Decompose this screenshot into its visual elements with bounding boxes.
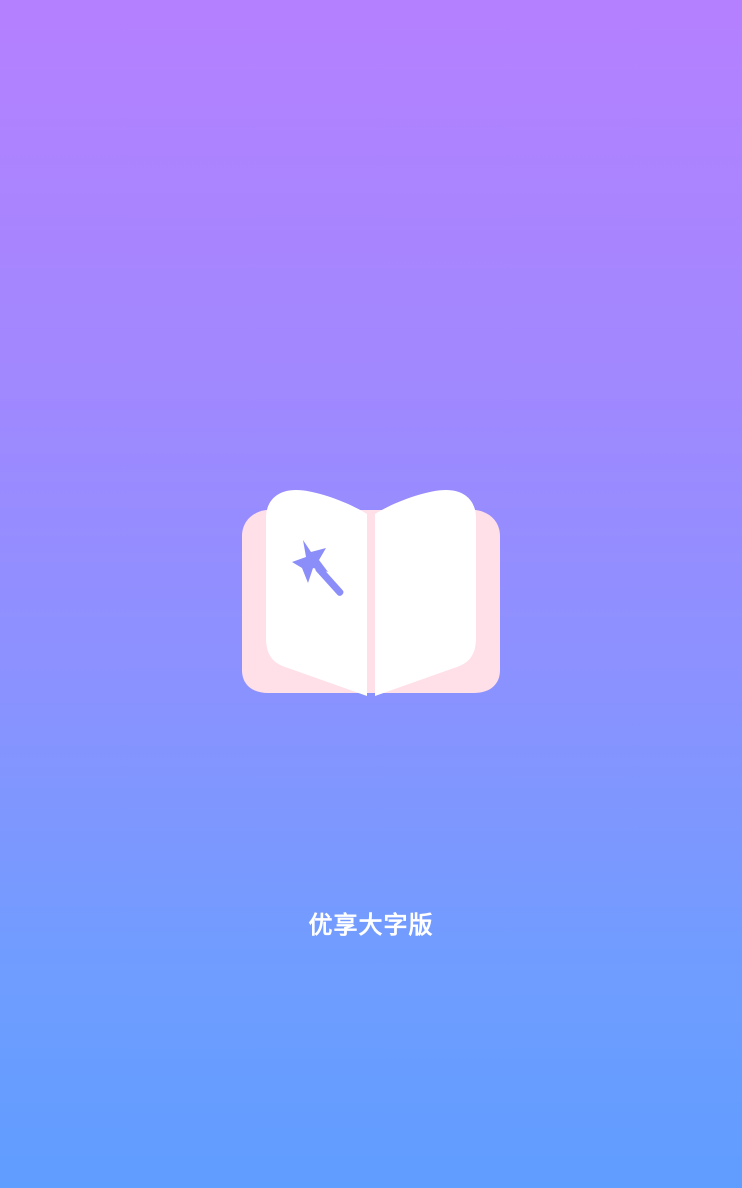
book-left-page xyxy=(266,490,367,696)
app-name-label: 优享大字版 xyxy=(308,911,434,939)
open-book-magic-wand-icon xyxy=(242,490,500,696)
splash-screen: 优享大字版 xyxy=(0,0,742,1188)
book-right-page xyxy=(375,490,476,696)
